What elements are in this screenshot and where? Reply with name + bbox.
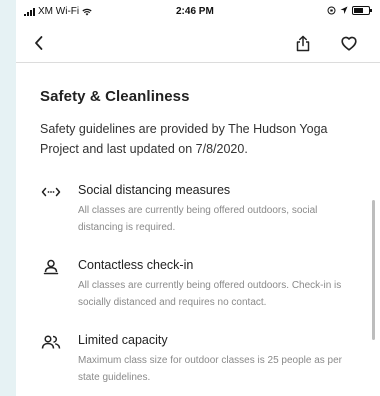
location-icon xyxy=(340,6,348,14)
carrier-label: XM Wi-Fi xyxy=(38,6,80,17)
back-button[interactable] xyxy=(28,32,50,54)
social-distancing-icon xyxy=(40,183,62,201)
item-title: Limited capacity xyxy=(78,333,168,347)
safety-section: Safety & Cleanliness Safety guidelines a… xyxy=(40,88,352,396)
item-description: Maximum class size for outdoor classes i… xyxy=(78,355,343,383)
item-description: All classes are currently being offered … xyxy=(78,280,342,308)
signal-icon xyxy=(24,7,35,16)
heart-icon xyxy=(341,36,357,51)
share-icon xyxy=(296,35,310,51)
status-right xyxy=(327,6,372,15)
item-title: Contactless check-in xyxy=(78,258,194,272)
section-intro: Safety guidelines are provided by The Hu… xyxy=(40,122,328,156)
nav-bar xyxy=(16,24,380,62)
battery-icon xyxy=(352,6,372,15)
orientation-lock-icon xyxy=(327,6,336,15)
phone-screen: XM Wi-Fi 2:46 PM Safety & Cleanliness Sa… xyxy=(16,0,380,396)
person-checkin-icon xyxy=(40,258,62,276)
section-title: Safety & Cleanliness xyxy=(40,88,190,105)
item-title: Social distancing measures xyxy=(78,183,231,197)
safety-item-limited-capacity: Limited capacity Maximum class size for … xyxy=(40,333,352,386)
scrollbar[interactable] xyxy=(372,200,375,340)
status-bar: XM Wi-Fi 2:46 PM xyxy=(16,0,380,22)
item-description: All classes are currently being offered … xyxy=(78,205,318,233)
share-button[interactable] xyxy=(292,32,314,54)
wifi-icon xyxy=(82,8,92,15)
safety-item-contactless-checkin: Contactless check-in All classes are cur… xyxy=(40,258,352,311)
safety-item-social-distancing: Social distancing measures All classes a… xyxy=(40,183,352,236)
status-time: 2:46 PM xyxy=(176,6,214,17)
header-divider xyxy=(16,62,380,63)
chevron-left-icon xyxy=(35,36,43,50)
status-left: XM Wi-Fi xyxy=(24,6,92,17)
group-capacity-icon xyxy=(40,333,62,351)
favorite-button[interactable] xyxy=(338,32,360,54)
